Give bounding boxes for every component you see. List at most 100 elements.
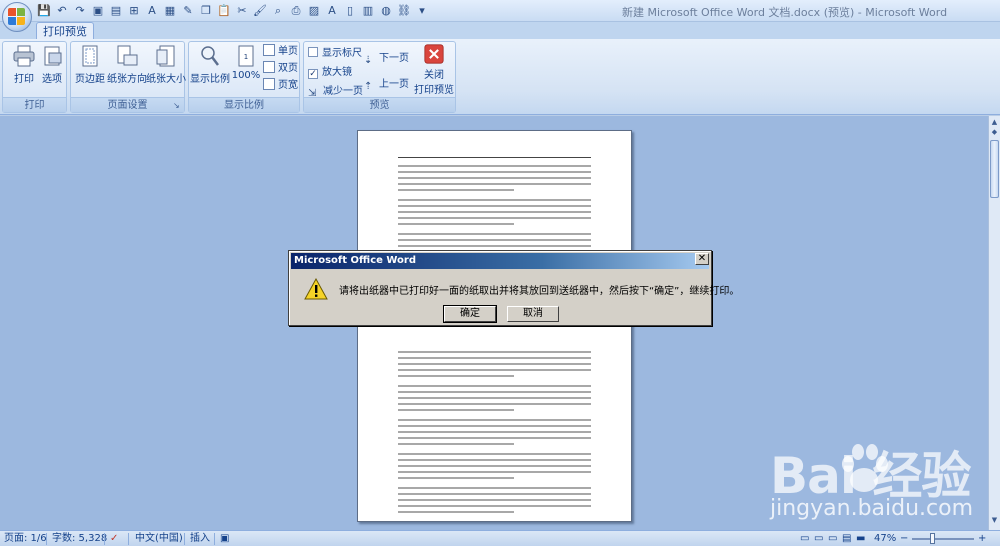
- next-page-button[interactable]: ⇣ 下一页: [364, 51, 409, 67]
- format-icon[interactable]: ⊞: [126, 3, 142, 19]
- show-ruler-checkbox[interactable]: 显示标尺: [308, 46, 362, 62]
- layout-icon[interactable]: ▤: [108, 3, 124, 19]
- customize-qat-icon[interactable]: ▾: [414, 3, 430, 19]
- text-line: [398, 233, 591, 235]
- orientation-icon: [117, 45, 138, 66]
- text-line: [398, 419, 591, 421]
- document-icon[interactable]: ▯: [342, 3, 358, 19]
- two-pages-button[interactable]: 双页: [263, 61, 298, 77]
- globe-icon[interactable]: ◍: [378, 3, 394, 19]
- dialog-title: Microsoft Office Word: [291, 253, 709, 269]
- status-page[interactable]: 页面: 1/6: [4, 532, 47, 546]
- zoom-slider-thumb[interactable]: [930, 533, 935, 544]
- prev-page-button[interactable]: ⇡ 上一页: [364, 77, 409, 93]
- options-button-label: 选项: [42, 74, 62, 85]
- orientation-button[interactable]: 纸张方向: [106, 44, 148, 85]
- zoom-level[interactable]: 47%: [874, 532, 896, 546]
- show-ruler-check[interactable]: [308, 47, 318, 57]
- paste-icon[interactable]: 📋: [216, 3, 232, 19]
- save-icon[interactable]: 💾: [36, 3, 52, 19]
- dialog-message: 请将出纸器中已打印好一面的纸取出并将其放回到送纸器中，然后按下“确定”，继续打印…: [339, 286, 740, 297]
- link-icon[interactable]: ⛓: [396, 3, 412, 19]
- margins-button[interactable]: 页边距: [71, 44, 109, 85]
- textbox-icon[interactable]: A: [324, 3, 340, 19]
- scroll-down-icon[interactable]: ▼: [990, 516, 999, 525]
- magnifier-checkbox[interactable]: ✓ 放大镜: [308, 65, 352, 81]
- office-button[interactable]: [2, 2, 32, 32]
- magnifier-icon: [201, 46, 219, 66]
- zoom-button-label: 显示比例: [190, 74, 230, 85]
- size-button-label: 纸张大小: [146, 74, 186, 85]
- view-draft-icon[interactable]: ▬: [856, 532, 865, 546]
- print-preview-icon[interactable]: ▣: [90, 3, 106, 19]
- printer-icon[interactable]: ⎙: [288, 3, 304, 19]
- office-logo-icon: [8, 8, 26, 26]
- print-dialog: Microsoft Office Word ✕ 请将出纸器中已打印好一面的纸取出…: [288, 250, 739, 326]
- options-button[interactable]: 选项: [33, 44, 71, 85]
- zoom-button[interactable]: 显示比例: [189, 44, 231, 85]
- text-line: [398, 223, 514, 225]
- scrollbar-thumb[interactable]: [990, 140, 999, 198]
- zoom-in-button[interactable]: +: [978, 532, 986, 546]
- two-pages-icon: [263, 61, 275, 73]
- scroll-up-icon[interactable]: ▲: [990, 118, 999, 127]
- scroll-options-icon[interactable]: ◆: [990, 128, 999, 137]
- text-line: [398, 357, 591, 359]
- status-language[interactable]: 中文(中国): [135, 532, 183, 546]
- group-preview: 显示标尺 ✓ 放大镜 ⇲ 减少一页 ⇣ 下一页 ⇡ 上一页 关闭 打印预览 预览: [303, 41, 456, 113]
- table-icon[interactable]: ▦: [162, 3, 178, 19]
- text-line: [398, 521, 591, 522]
- group-zoom: 显示比例 1 100% 单页 双页 页宽 显示比例: [188, 41, 300, 113]
- format-painter-icon[interactable]: 🖌: [252, 3, 268, 19]
- text-line: [398, 183, 591, 185]
- ok-button[interactable]: 确定: [443, 305, 497, 323]
- view-print-layout-icon[interactable]: ▭: [800, 532, 809, 546]
- draw-icon[interactable]: ✎: [180, 3, 196, 19]
- text-line: [398, 443, 514, 445]
- size-button[interactable]: 纸张大小: [145, 44, 187, 85]
- cut-icon[interactable]: ✂: [234, 3, 250, 19]
- dialog-close-button[interactable]: ✕: [695, 253, 709, 265]
- status-insert-mode[interactable]: 插入: [190, 532, 210, 546]
- picture-icon[interactable]: ▨: [306, 3, 322, 19]
- page-width-button[interactable]: 页宽: [263, 78, 298, 94]
- view-outline-icon[interactable]: ▤: [842, 532, 851, 546]
- close-preview-button[interactable]: 关闭 打印预览: [412, 44, 456, 96]
- text-line: [398, 397, 591, 399]
- undo-icon[interactable]: ↶: [54, 3, 70, 19]
- group-page-setup: 页边距 纸张方向 纸张大小 页面设置 ↘: [70, 41, 187, 113]
- text-line: [398, 351, 591, 353]
- document-page: [357, 130, 632, 522]
- print-button-label: 打印: [14, 74, 34, 85]
- vertical-scrollbar[interactable]: ▲ ◆ ▼: [988, 116, 1000, 530]
- baidu-paw-icon: [842, 444, 888, 492]
- status-bar: 页面: 1/6 字数: 5,328 ✓ 中文(中国) 插入 ▣ ▭ ▭ ▭ ▤ …: [0, 530, 1000, 546]
- text-line: [398, 477, 514, 479]
- zoom-out-button[interactable]: −: [900, 532, 908, 546]
- status-separator: [46, 533, 47, 545]
- copy-icon[interactable]: ❐: [198, 3, 214, 19]
- quick-access-toolbar: 💾 ↶ ↷ ▣ ▤ ⊞ A ▦ ✎ ❐ 📋 ✂ 🖌 ⌕ ⎙ ▨ A ▯ ▥ ◍ …: [36, 2, 430, 20]
- one-page-button[interactable]: 单页: [263, 44, 298, 60]
- find-icon[interactable]: ⌕: [270, 3, 286, 19]
- view-web-layout-icon[interactable]: ▭: [828, 532, 837, 546]
- redo-icon[interactable]: ↷: [72, 3, 88, 19]
- text-line: [398, 239, 591, 241]
- zoom-100-button[interactable]: 1 100%: [227, 44, 265, 81]
- cancel-button[interactable]: 取消: [507, 306, 559, 322]
- view-full-screen-icon[interactable]: ▭: [814, 532, 823, 546]
- shrink-one-page-label: 减少一页: [323, 86, 363, 97]
- dialog-launcher-icon[interactable]: ↘: [173, 102, 181, 110]
- tab-print-preview[interactable]: 打印预览: [36, 22, 94, 40]
- font-color-icon[interactable]: A: [144, 3, 160, 19]
- text-line: [398, 493, 591, 495]
- two-pages-label: 双页: [278, 63, 298, 74]
- status-word-count[interactable]: 字数: 5,328: [52, 532, 107, 546]
- title-bar: 💾 ↶ ↷ ▣ ▤ ⊞ A ▦ ✎ ❐ 📋 ✂ 🖌 ⌕ ⎙ ▨ A ▯ ▥ ◍ …: [0, 0, 1000, 22]
- macro-record-icon[interactable]: ▣: [220, 532, 229, 546]
- zoom-slider-track[interactable]: [912, 538, 974, 540]
- proofing-icon[interactable]: ✓: [110, 532, 118, 546]
- text-line: [398, 471, 591, 473]
- chart-icon[interactable]: ▥: [360, 3, 376, 19]
- magnifier-check[interactable]: ✓: [308, 69, 318, 79]
